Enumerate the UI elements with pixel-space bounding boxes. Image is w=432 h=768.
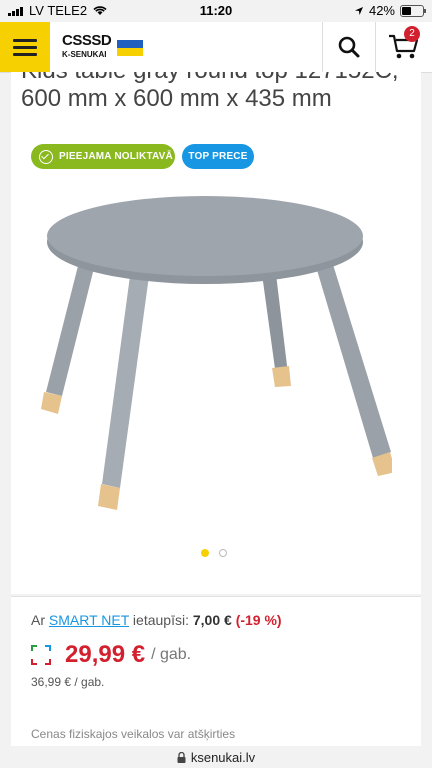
- logo-sub: K-SENUKAI: [62, 50, 107, 59]
- product-title: Kids table gray round top 127152C, 600 m…: [21, 72, 399, 112]
- gallery-dot-2[interactable]: [219, 549, 227, 557]
- cart-count-badge: 2: [404, 26, 420, 42]
- menu-button[interactable]: [0, 22, 50, 72]
- smart-prefix: Ar: [31, 612, 45, 628]
- search-icon: [338, 36, 360, 58]
- logo-main: CSSSD: [62, 32, 112, 49]
- hamburger-icon: [13, 38, 37, 42]
- gallery-pagination: [201, 549, 227, 557]
- price-row: 29,99 € / gab.: [31, 641, 191, 669]
- site-header: CSSSD K-SENUKAI 2: [0, 22, 432, 73]
- search-button[interactable]: [322, 22, 376, 72]
- product-image[interactable]: [40, 196, 392, 526]
- gallery-dot-1[interactable]: [201, 549, 209, 557]
- location-arrow-icon: [354, 6, 363, 15]
- url-text: ksenukai.lv: [190, 749, 256, 765]
- smart-net-saving: Ar SMART NET ietaupīsi: 7,00 € (-19 %): [31, 612, 282, 628]
- cart-button[interactable]: 2: [375, 22, 432, 72]
- price-tag-icon: [31, 645, 51, 665]
- logo[interactable]: CSSSD K-SENUKAI: [62, 32, 144, 62]
- product-title-area: Kids table gray round top 127152C, 600 m…: [11, 72, 421, 138]
- old-price: 36,99 € / gab.: [31, 675, 105, 689]
- ukraine-flag-icon: [117, 40, 144, 56]
- browser-url-bar[interactable]: ksenukai.lv: [0, 746, 432, 768]
- price-unit: / gab.: [151, 646, 192, 663]
- battery-percent: 42%: [368, 3, 395, 18]
- availability-badge[interactable]: PIEEJAMA NOLIKTAVĀ: [31, 144, 175, 169]
- smart-net-link[interactable]: SMART NET: [49, 612, 129, 628]
- check-circle-icon: [39, 149, 53, 164]
- top-product-label: TOP PRECE: [188, 151, 248, 162]
- availability-label: PIEEJAMA NOLIKTAVĀ: [59, 151, 173, 162]
- smart-middle: ietaupīsi:: [132, 612, 189, 628]
- top-product-badge: TOP PRECE: [182, 144, 254, 169]
- status-bar: LV TELE2 11:20 42%: [0, 0, 432, 22]
- saving-percent: (-19 %): [235, 612, 282, 628]
- saving-amount: 7,00 €: [192, 612, 232, 628]
- price-note: Cenas fiziskajos veikalos var atšķirties: [31, 727, 236, 741]
- battery-icon: [400, 4, 426, 17]
- lock-icon: [177, 751, 186, 763]
- current-price: 29,99 €: [65, 641, 146, 668]
